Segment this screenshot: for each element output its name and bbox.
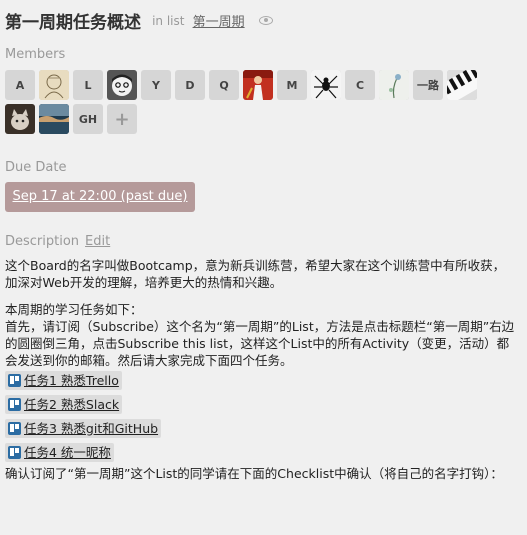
member-avatar[interactable]: L xyxy=(73,70,103,100)
trello-icon xyxy=(8,398,21,411)
cat-avatar-image[interactable] xyxy=(5,104,35,134)
member-avatar[interactable]: C xyxy=(345,70,375,100)
task-intro-paragraph: 首先，请订阅（Subscribe）这个名为“第一周期”的List，方法是点击标题… xyxy=(5,319,515,368)
task-card-link-4[interactable]: 任务4 统一昵称 xyxy=(5,443,114,462)
cartoon-face-avatar-image[interactable] xyxy=(107,70,137,100)
red-figure-avatar-image xyxy=(243,70,273,100)
member-avatar[interactable]: Y xyxy=(141,70,171,100)
avatar-initials: Y xyxy=(152,78,160,92)
piano-keys-avatar-image xyxy=(447,70,477,100)
add-member-button[interactable]: + xyxy=(107,104,137,134)
red-figure-avatar-image[interactable] xyxy=(243,70,273,100)
description-body: 这个Board的名字叫做Bootcamp，意为新兵训练营，希望大家在这个训练营中… xyxy=(5,257,517,482)
avatar-initials: D xyxy=(185,78,195,92)
card-header: 第一周期任务概述 in list 第一周期 xyxy=(5,8,273,33)
avatar-initials: C xyxy=(355,78,365,92)
avatar-initials: GH xyxy=(78,112,98,126)
flower-avatar-image[interactable] xyxy=(379,70,409,100)
card-title[interactable]: 第一周期任务概述 xyxy=(5,13,141,33)
member-avatar[interactable]: Q xyxy=(209,70,239,100)
avatar-initials: M xyxy=(286,78,298,92)
task-label: 任务1 熟悉Trello xyxy=(24,373,119,388)
task-card-link-1[interactable]: 任务1 熟悉Trello xyxy=(5,371,122,390)
avatar-initials: A xyxy=(15,78,25,92)
piano-keys-avatar-image[interactable] xyxy=(447,70,477,100)
member-avatar[interactable]: GH xyxy=(73,104,103,134)
member-avatar[interactable]: D xyxy=(175,70,205,100)
avatar-initials: L xyxy=(84,78,92,92)
landscape-avatar-image[interactable] xyxy=(39,104,69,134)
spider-avatar-image xyxy=(311,70,341,100)
avatar-initials: 一路 xyxy=(417,79,439,92)
sketch-avatar-image xyxy=(39,70,69,100)
flower-avatar-image xyxy=(379,70,409,100)
due-date-label: Due Date xyxy=(5,160,67,175)
task-label: 任务2 熟悉Slack xyxy=(24,397,120,412)
avatar-initials: Q xyxy=(219,78,229,92)
task-card-link-2[interactable]: 任务2 熟悉Slack xyxy=(5,395,123,414)
trello-icon xyxy=(8,446,21,459)
cat-avatar-image xyxy=(5,104,35,134)
members-label: Members xyxy=(5,47,66,62)
sketch-avatar-image[interactable] xyxy=(39,70,69,100)
trello-icon xyxy=(8,374,21,387)
checklist-instruction: 确认订阅了“第一周期”这个List的同学请在下面的Checklist中确认（将自… xyxy=(5,466,503,481)
task-intro-heading: 本周期的学习任务如下： xyxy=(5,302,143,317)
eye-icon[interactable] xyxy=(258,16,273,25)
description-header: Description Edit xyxy=(5,234,110,249)
plus-icon: + xyxy=(114,108,130,130)
task-label: 任务3 熟悉git和GitHub xyxy=(24,421,159,436)
member-avatar[interactable]: M xyxy=(277,70,307,100)
landscape-avatar-image xyxy=(39,104,69,134)
edit-description-link[interactable]: Edit xyxy=(85,234,110,249)
description-label: Description xyxy=(5,234,80,249)
cartoon-face-avatar-image xyxy=(107,70,137,100)
task-card-link-3[interactable]: 任务3 熟悉git和GitHub xyxy=(5,419,162,438)
list-name-link[interactable]: 第一周期 xyxy=(193,15,245,30)
due-date-button[interactable]: Sep 17 at 22:00 (past due) xyxy=(5,182,195,212)
description-paragraph: 这个Board的名字叫做Bootcamp，意为新兵训练营，希望大家在这个训练营中… xyxy=(5,258,506,290)
member-avatar[interactable]: A xyxy=(5,70,35,100)
task-label: 任务4 统一昵称 xyxy=(24,445,111,460)
in-list-prefix: in list xyxy=(152,13,185,28)
trello-icon xyxy=(8,422,21,435)
member-avatar[interactable]: 一路 xyxy=(413,70,443,100)
spider-avatar-image[interactable] xyxy=(311,70,341,100)
